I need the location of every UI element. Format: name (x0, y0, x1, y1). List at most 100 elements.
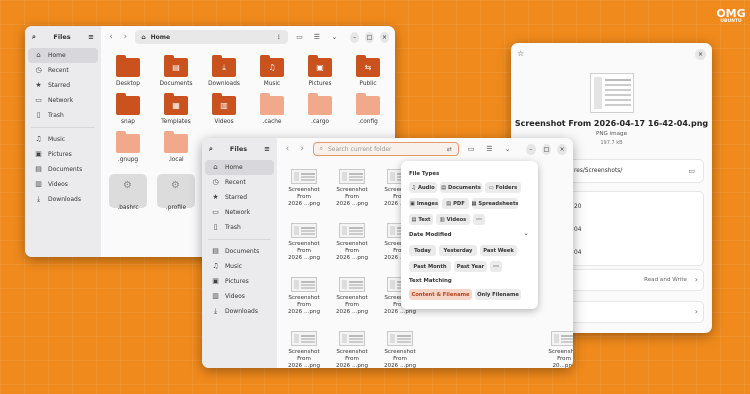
search-input[interactable]: Search current folder (328, 146, 392, 153)
screenshot-thumbnail[interactable]: Screenshot From 2026 ...png (327, 331, 377, 368)
folder-name: Videos (214, 119, 234, 125)
sidebar-item-documents[interactable]: ▤ Documents (28, 162, 98, 177)
screenshot-thumbnail[interactable]: ScreenshotFrom20...png (539, 331, 573, 368)
folder-item[interactable]: snap (105, 93, 151, 125)
search-icon[interactable]: ⌕ (32, 33, 36, 42)
filter-icon[interactable]: ⇄ (447, 146, 452, 153)
file-item[interactable]: ⚙ .profile (153, 177, 199, 211)
file-type-spreadsheets-icon: ▦ (471, 200, 477, 207)
screenshot-thumbnail[interactable]: Screenshot From 2026 ...png (327, 223, 377, 262)
folder-icon: ♫ (260, 55, 284, 77)
file-type-documents-chip[interactable]: ▤ Documents (440, 182, 482, 193)
thumbnail-label-line: From (393, 356, 407, 362)
date-chip[interactable]: Yesterday (439, 245, 477, 256)
sidebar-item-recent[interactable]: ◷ Recent (205, 175, 274, 190)
chip-label: Today (414, 247, 431, 254)
only-filename-chip[interactable]: Only Filename (475, 289, 521, 300)
sidebar-item-music[interactable]: ♫ Music (205, 259, 274, 274)
date-chip[interactable]: Today (409, 245, 436, 256)
folder-item[interactable]: Desktop (105, 55, 151, 87)
sidebar-item-starred[interactable]: ★ Starred (205, 190, 274, 205)
folder-item[interactable]: .cargo (297, 93, 343, 125)
sidebar-item-downloads[interactable]: ⤓ Downloads (205, 304, 274, 319)
sidebar-item-network[interactable]: ▭ Network (28, 93, 98, 108)
folder-item[interactable]: .local (153, 131, 199, 163)
maximize-icon[interactable]: □ (541, 143, 552, 155)
screenshot-thumbnail[interactable]: Screenshot From 2026 ...png (279, 277, 329, 316)
sidebar-item-videos[interactable]: ▥ Videos (205, 289, 274, 304)
minimize-icon[interactable]: – (350, 31, 360, 43)
file-type-images-chip[interactable]: ▣ Images (409, 198, 439, 209)
screenshot-thumbnail[interactable]: Screenshot From 2026 ...png (279, 169, 329, 208)
open-folder-icon[interactable]: ▭ (688, 167, 695, 175)
folder-item[interactable]: ▦ Templates (153, 93, 199, 125)
date-chip[interactable]: Past Year (454, 261, 487, 272)
folder-item[interactable]: ▤ Documents (153, 55, 199, 87)
folder-item[interactable]: ⇆ Public (345, 55, 391, 87)
date-chip[interactable]: ··· (490, 261, 502, 272)
chevron-down-icon[interactable]: ⌄ (523, 229, 529, 237)
forward-arrow-icon[interactable]: › (298, 144, 307, 154)
folder-item[interactable]: ▣ Pictures (297, 55, 343, 87)
sidebar-item-trash[interactable]: ▯ Trash (205, 220, 274, 235)
view-list-icon[interactable]: ☰ (311, 30, 322, 44)
file-type-more-chip[interactable]: ··· (473, 214, 485, 225)
screenshot-thumbnail[interactable]: Screenshot From 2026 ...png (279, 331, 329, 368)
more-icon[interactable]: ⋮ (276, 34, 282, 41)
new-folder-icon[interactable]: ▭ (294, 30, 305, 44)
chevron-down-icon[interactable]: ⌄ (329, 30, 340, 44)
minimize-icon[interactable]: – (525, 143, 536, 155)
folder-item[interactable]: ⤓ Downloads (201, 55, 247, 87)
close-icon[interactable]: × (695, 49, 706, 60)
close-icon[interactable]: × (380, 31, 390, 43)
folder-item[interactable]: ♫ Music (249, 55, 295, 87)
menu-icon[interactable]: ≡ (264, 145, 270, 153)
file-type-videos-chip[interactable]: ▥ Videos (436, 214, 470, 225)
view-list-icon[interactable]: ☰ (483, 142, 495, 156)
sidebar-item-network[interactable]: ▭ Network (205, 205, 274, 220)
new-folder-icon[interactable]: ▭ (465, 142, 477, 156)
file-item[interactable]: ⚙ .bashrc (105, 177, 151, 211)
folder-item[interactable]: ▥ Videos (201, 93, 247, 125)
sidebar-item-documents[interactable]: ▤ Documents (205, 244, 274, 259)
sidebar-item-recent[interactable]: ◷ Recent (28, 63, 98, 78)
date-chip[interactable]: Past Month (409, 261, 451, 272)
sidebar-item-home[interactable]: ⌂ Home (28, 48, 98, 63)
date-chip[interactable]: Past Week (480, 245, 517, 256)
folder-item[interactable]: .cache (249, 93, 295, 125)
sidebar-item-home[interactable]: ⌂ Home (205, 160, 274, 175)
chevron-down-icon[interactable]: ⌄ (502, 142, 514, 156)
back-arrow-icon[interactable]: ‹ (107, 32, 115, 42)
pictures-icon: ▣ (35, 150, 42, 158)
folder-item[interactable]: .gnupg (105, 131, 151, 163)
thumbnail-label-line: 2026 ...png (384, 309, 416, 315)
file-type-folders-chip[interactable]: ▭ Folders (485, 182, 521, 193)
forward-arrow-icon[interactable]: › (121, 32, 129, 42)
folder-item[interactable]: .config (345, 93, 391, 125)
screenshot-thumbnail[interactable]: Screenshot From 2026 ...png (279, 223, 329, 262)
sidebar-item-videos[interactable]: ▥ Videos (28, 177, 98, 192)
screenshot-thumbnail[interactable]: Screenshot From 2026 ...png (375, 331, 425, 368)
file-type-text-icon: ▤ (411, 216, 417, 223)
sidebar-item-music[interactable]: ♫ Music (28, 132, 98, 147)
sidebar-item-pictures[interactable]: ▣ Pictures (28, 147, 98, 162)
menu-icon[interactable]: ≡ (88, 33, 94, 41)
sidebar-item-downloads[interactable]: ⤓ Downloads (28, 192, 98, 207)
close-icon[interactable]: × (557, 143, 568, 155)
file-type-pdf-chip[interactable]: ▤ PDF (442, 198, 469, 209)
back-pathbar[interactable]: ⌂ Home ⋮ (135, 30, 288, 44)
search-bar[interactable]: ⌕ Search current folder ⇄ (312, 142, 459, 156)
file-type-text-chip[interactable]: ▤ Text (409, 214, 433, 225)
search-icon[interactable]: ⌕ (209, 145, 213, 154)
sidebar-item-starred[interactable]: ★ Starred (28, 78, 98, 93)
maximize-icon[interactable]: □ (365, 31, 375, 43)
screenshot-thumbnail[interactable]: Screenshot From 2026 ...png (327, 169, 377, 208)
star-icon[interactable]: ☆ (517, 49, 524, 58)
back-arrow-icon[interactable]: ‹ (283, 144, 292, 154)
file-type-spreadsheets-chip[interactable]: ▦ Spreadsheets (471, 198, 519, 209)
sidebar-item-trash[interactable]: ▯ Trash (28, 108, 98, 123)
file-type-audio-chip[interactable]: ♫ Audio (409, 182, 437, 193)
sidebar-item-pictures[interactable]: ▣ Pictures (205, 274, 274, 289)
content-and-filename-chip[interactable]: Content & Filename (409, 289, 472, 300)
screenshot-thumbnail[interactable]: Screenshot From 2026 ...png (327, 277, 377, 316)
